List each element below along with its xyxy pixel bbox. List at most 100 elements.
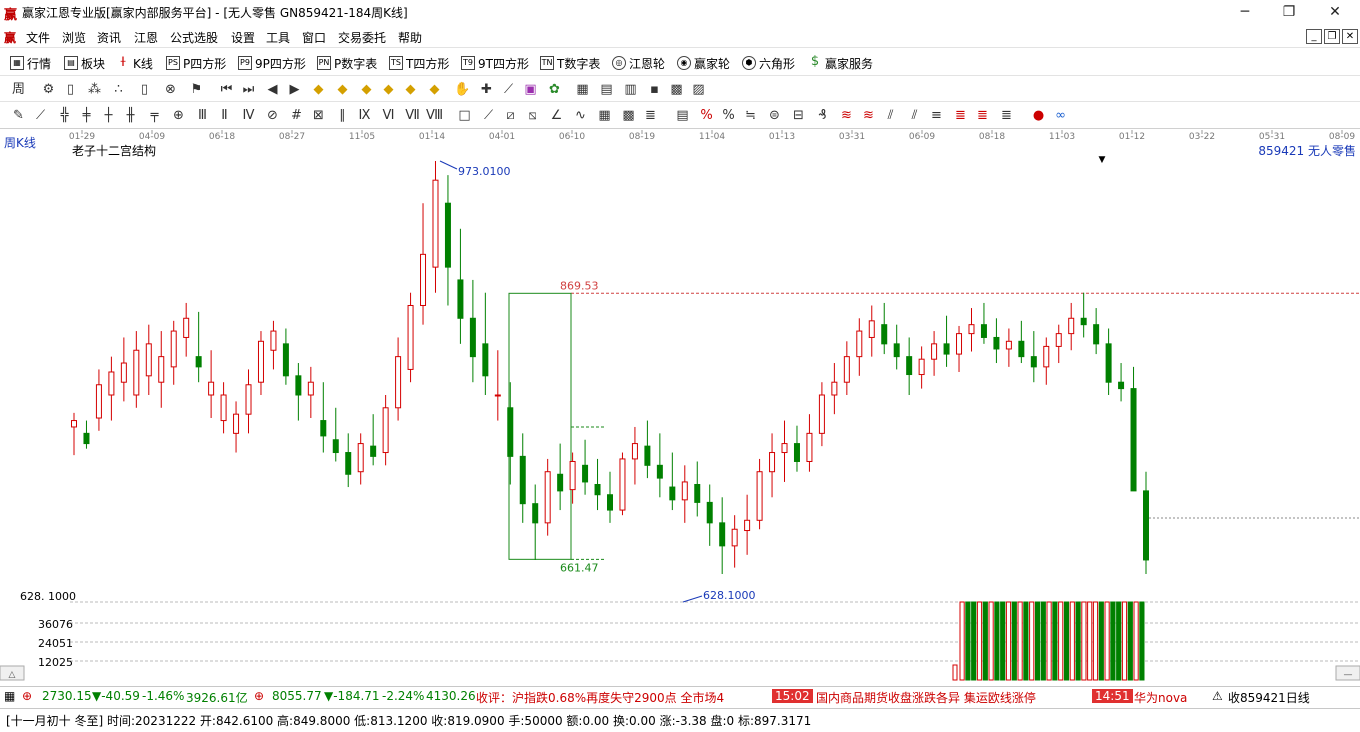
flag-icon[interactable]: ⚑ <box>188 81 205 98</box>
bars6-icon[interactable]: Ⅶ <box>404 107 421 124</box>
close-button[interactable]: ✕ <box>1320 2 1350 22</box>
grid5-icon[interactable]: ╫ <box>122 107 139 124</box>
kline-chart[interactable]: 01-29 04-09 06-18 08-27 11-05 01-14 04-01 06-10… <box>0 130 1360 682</box>
menu-settings[interactable]: 设置 <box>231 29 255 46</box>
chart-canvas[interactable]: 01-29 04-09 06-18 08-27 11-05 01-14 04-01 06-10… <box>0 130 1360 682</box>
bars-icon[interactable]: Ⅲ <box>194 107 211 124</box>
grid8-icon[interactable]: ▩ <box>620 107 637 124</box>
diag2-icon[interactable]: ⧄ <box>502 107 519 124</box>
tool8-icon[interactable]: ≣ <box>998 107 1015 124</box>
hexagon-button[interactable]: ⬢ 六角形 <box>742 54 795 72</box>
sector-button[interactable]: ▤ 板块 <box>64 54 105 72</box>
tool7-icon[interactable]: ≣ <box>974 107 991 124</box>
export-icon[interactable]: ▩ <box>668 81 685 98</box>
menu-trade[interactable]: 交易委托 <box>338 29 386 46</box>
winner-service-button[interactable]: $ 赢家服务 <box>808 54 873 72</box>
menu-help[interactable]: 帮助 <box>398 29 422 46</box>
9p-square-button[interactable]: P9 9P四方形 <box>238 54 306 72</box>
rect-icon[interactable]: □ <box>456 107 473 124</box>
mdi-minimize-button[interactable]: _ <box>1306 29 1322 44</box>
menu-info[interactable]: 资讯 <box>97 29 121 46</box>
grid3-icon[interactable]: ╪ <box>78 107 95 124</box>
parallel-icon[interactable]: ∥ <box>334 107 351 124</box>
winner-wheel-button[interactable]: ◉ 赢家轮 <box>677 54 730 72</box>
tool-red2-icon[interactable]: ≋ <box>860 107 877 124</box>
period-icon[interactable]: 周 <box>10 81 27 98</box>
menu-tools[interactable]: 工具 <box>266 29 290 46</box>
tn-tool-icon[interactable]: ▣ <box>522 81 539 98</box>
bars5-icon[interactable]: Ⅵ <box>380 107 397 124</box>
tool3-icon[interactable]: ⫽ <box>882 107 899 124</box>
9t-square-button[interactable]: T9 9T四方形 <box>461 54 529 72</box>
menu-file[interactable]: 文件 <box>26 29 50 46</box>
menu-browse[interactable]: 浏览 <box>62 29 86 46</box>
hand-icon[interactable]: ✋ <box>454 81 471 98</box>
box-icon[interactable]: ⊠ <box>310 107 327 124</box>
left-icon[interactable]: ◀ <box>264 81 281 98</box>
scroll-right-button[interactable]: — <box>1335 665 1360 681</box>
lines-icon[interactable]: ≣ <box>642 107 659 124</box>
tool5-icon[interactable]: ≡ <box>928 107 945 124</box>
tool6-icon[interactable]: ≣ <box>952 107 969 124</box>
save-icon[interactable]: ▪ <box>646 81 663 98</box>
menu-gann[interactable]: 江恩 <box>134 29 158 46</box>
circle3-icon[interactable]: ⊟ <box>790 107 807 124</box>
pen-icon[interactable]: ✎ <box>10 107 27 124</box>
print-icon[interactable]: ▨ <box>690 81 707 98</box>
fan-icon[interactable]: ⟋ <box>32 107 49 124</box>
bars4-icon[interactable]: Ⅸ <box>356 107 373 124</box>
minimize-button[interactable]: ─ <box>1230 2 1260 22</box>
t-table-button[interactable]: TN T数字表 <box>540 54 600 72</box>
percent2-icon[interactable]: ≒ <box>742 107 759 124</box>
grid6-icon[interactable]: ╤ <box>146 107 163 124</box>
p-square-button[interactable]: PS P四方形 <box>166 54 226 72</box>
mdi-close-button[interactable]: ✕ <box>1342 29 1358 44</box>
diamond5-icon[interactable]: ◆ <box>402 81 419 98</box>
t-square-button[interactable]: TS T四方形 <box>389 54 449 72</box>
last-icon[interactable]: ⏭ <box>240 81 257 98</box>
grid-icon[interactable]: ▦ <box>4 689 15 703</box>
scroll-left-button[interactable]: △ <box>0 665 25 681</box>
compare-icon[interactable]: ⊗ <box>162 81 179 98</box>
scatter-icon[interactable]: ∴ <box>110 81 127 98</box>
bars3-icon[interactable]: Ⅳ <box>240 107 257 124</box>
circle-icon[interactable]: ⊘ <box>264 107 281 124</box>
diamond3-icon[interactable]: ◆ <box>358 81 375 98</box>
infinity-icon[interactable]: ∞ <box>1052 107 1069 124</box>
dropdown-arrow-icon[interactable]: ▼ <box>1099 155 1106 165</box>
grid4-icon[interactable]: ┼ <box>100 107 117 124</box>
tool4-icon[interactable]: ⫽ <box>906 107 923 124</box>
mdi-restore-button[interactable]: ❐ <box>1324 29 1340 44</box>
maximize-button[interactable]: ❐ <box>1274 2 1304 22</box>
table-icon[interactable]: ▤ <box>598 81 615 98</box>
bars7-icon[interactable]: Ⅷ <box>426 107 443 124</box>
news-1[interactable]: 收评：沪指跌0.68%再度失守2900点 全市场4 <box>476 689 724 705</box>
calendar-icon[interactable]: ▦ <box>574 81 591 98</box>
kline-button[interactable]: ╫ K线 <box>116 54 153 72</box>
quotes-button[interactable]: ▦ 行情 <box>10 54 51 72</box>
grid7-icon[interactable]: ▦ <box>596 107 613 124</box>
tool-red1-icon[interactable]: ≋ <box>838 107 855 124</box>
color-icon[interactable]: ● <box>1030 107 1047 124</box>
menu-window[interactable]: 窗口 <box>302 29 326 46</box>
diag3-icon[interactable]: ⧅ <box>524 107 541 124</box>
circle2-icon[interactable]: ⊜ <box>766 107 783 124</box>
crosshair-icon[interactable]: ✚ <box>478 81 495 98</box>
news-2[interactable]: 国内商品期货收盘涨跌各异 集运欧线涨停 <box>816 689 1036 705</box>
angle-icon[interactable]: ∠ <box>548 107 565 124</box>
line-icon[interactable]: ⟋ <box>500 81 517 98</box>
grid2-icon[interactable]: ╬ <box>56 107 73 124</box>
diamond4-icon[interactable]: ◆ <box>380 81 397 98</box>
hash-icon[interactable]: # <box>288 107 305 124</box>
right-icon[interactable]: ▶ <box>286 81 303 98</box>
wave-icon[interactable]: ∿ <box>572 107 589 124</box>
diag-icon[interactable]: ⟋ <box>480 107 497 124</box>
news-3[interactable]: 华为nova <box>1134 689 1190 705</box>
first-icon[interactable]: ⏮ <box>218 81 235 98</box>
diamond-icon[interactable]: ◆ <box>310 81 327 98</box>
bars2-icon[interactable]: Ⅱ <box>216 107 233 124</box>
diamond2-icon[interactable]: ◆ <box>334 81 351 98</box>
spiral-icon[interactable]: ₰ <box>814 107 831 124</box>
gear-icon[interactable]: ⚙ <box>40 81 57 98</box>
gann-wheel-button[interactable]: ◎ 江恩轮 <box>612 54 665 72</box>
